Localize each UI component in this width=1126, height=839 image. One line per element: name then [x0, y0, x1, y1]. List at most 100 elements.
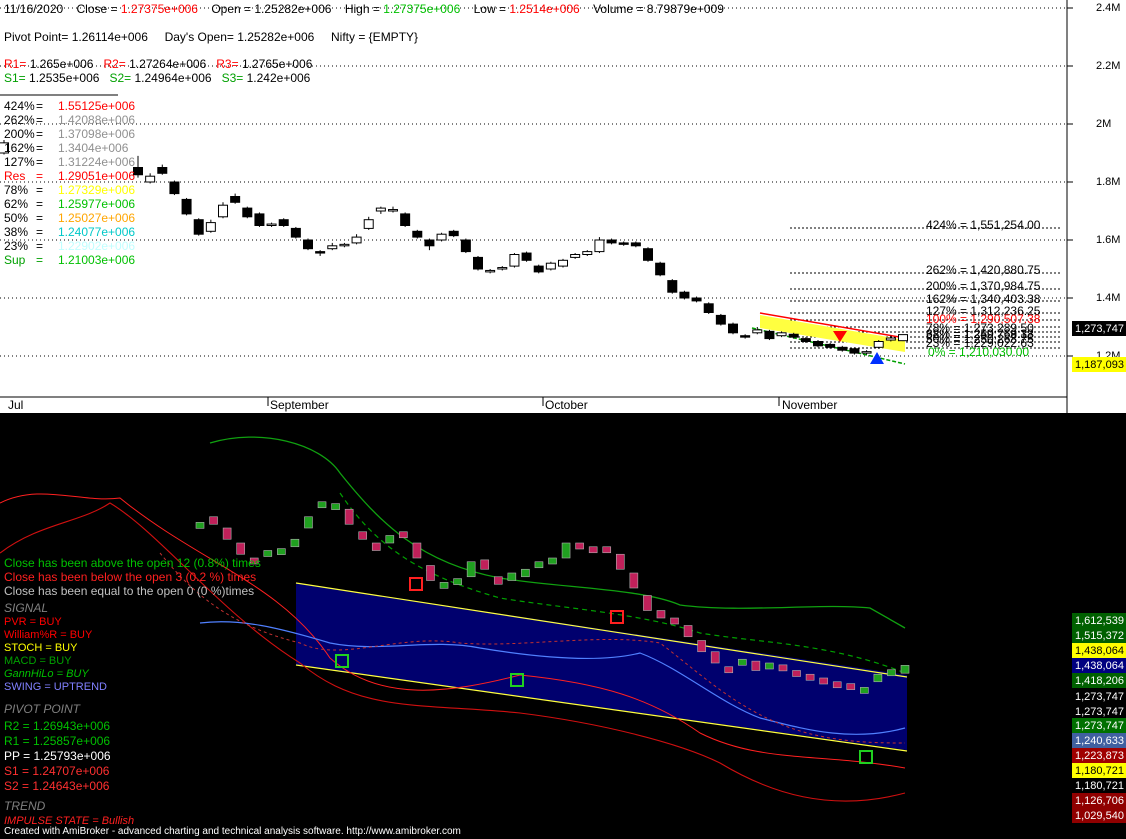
candle-down[interactable]: [655, 262, 666, 276]
indicator-candle-up: [263, 550, 273, 557]
month-label-october: October: [545, 398, 588, 412]
candle-down[interactable]: [278, 219, 289, 226]
candle-up[interactable]: [509, 254, 520, 267]
candle-up[interactable]: [145, 175, 156, 183]
candle-down[interactable]: [290, 227, 301, 238]
candle-down[interactable]: [230, 196, 241, 203]
indicator-panel-svg[interactable]: [0, 413, 1126, 839]
candle-up[interactable]: [752, 329, 763, 334]
month-label-september: September: [270, 398, 329, 412]
candle-up[interactable]: [776, 332, 787, 337]
candle-down[interactable]: [667, 280, 678, 293]
candle-down[interactable]: [691, 297, 702, 302]
trend-title: TREND: [4, 799, 46, 813]
indicator-candle-down: [683, 625, 693, 638]
candle-down[interactable]: [303, 239, 313, 250]
indicator-candle-up: [331, 503, 340, 510]
candle-up[interactable]: [545, 262, 556, 270]
candle-up[interactable]: [339, 243, 350, 247]
candle-down[interactable]: [400, 213, 411, 226]
candle-down[interactable]: [813, 341, 823, 347]
candle-down[interactable]: [764, 330, 775, 340]
high-value: 1.27375e+006: [383, 2, 461, 16]
price-axis-label: 1.6M: [1096, 234, 1121, 246]
pivot-line: Pivot Point= 1.26114e+006 Day's Open= 1.…: [4, 30, 418, 44]
candle-up[interactable]: [436, 233, 447, 241]
days-open-text: Day's Open= 1.25282e+006: [164, 30, 315, 44]
candle-up[interactable]: [388, 209, 398, 212]
candle-up[interactable]: [558, 259, 568, 267]
fib-left-row: 23% = 1.22902e+006: [4, 239, 135, 253]
pivot-point-text: Pivot Point= 1.26114e+006: [4, 30, 148, 44]
indicator-candle-down: [602, 546, 612, 554]
price-chart-panel[interactable]: 11/16/2020 Close = 1.27375e+006 Open = 1…: [0, 0, 1126, 413]
candle-down[interactable]: [533, 265, 544, 273]
indicator-axis-badge: 1,223,873: [1072, 748, 1126, 763]
candle-down[interactable]: [242, 207, 253, 218]
candle-up[interactable]: [327, 245, 338, 250]
candle-down[interactable]: [643, 248, 653, 261]
candle-down[interactable]: [679, 291, 690, 299]
candle-up[interactable]: [363, 219, 374, 229]
close-value: 1.27375e+006: [120, 2, 198, 16]
candle-down[interactable]: [837, 346, 848, 351]
candle-down[interactable]: [521, 252, 532, 261]
candle-down[interactable]: [618, 242, 629, 245]
high-label: High =: [344, 2, 380, 16]
indicator-axis-badge: 1,273,747: [1072, 704, 1126, 719]
candle-down[interactable]: [254, 213, 265, 226]
candle-up[interactable]: [582, 251, 593, 256]
candle-up[interactable]: [351, 236, 362, 244]
close-price-badge: 1,273,747: [1072, 321, 1126, 336]
fib-left-value: 1.3404e+006: [58, 141, 129, 155]
fib-left-eq: =: [36, 141, 44, 155]
candle-up[interactable]: [898, 334, 908, 342]
candle-down[interactable]: [715, 314, 726, 325]
candle-up[interactable]: [497, 267, 508, 270]
candle-up[interactable]: [885, 337, 896, 341]
candle-down[interactable]: [849, 348, 860, 354]
candle-down[interactable]: [193, 219, 204, 235]
candle-down[interactable]: [788, 333, 799, 338]
fib-left-value: 1.29051e+006: [58, 169, 136, 183]
candle-up[interactable]: [594, 239, 605, 253]
fib-left-row: 50% = 1.25027e+006: [4, 211, 135, 225]
indicator-candle-up: [860, 687, 869, 694]
candle-up[interactable]: [485, 269, 496, 273]
candle-up[interactable]: [205, 222, 216, 232]
candle-down[interactable]: [448, 230, 459, 237]
fib-left-label: 62%: [4, 197, 29, 211]
candle-down[interactable]: [728, 323, 738, 334]
fib-left-eq: =: [36, 113, 44, 127]
candle-down[interactable]: [424, 239, 435, 247]
candle-up[interactable]: [861, 351, 872, 354]
candle-down[interactable]: [703, 303, 714, 313]
fib-left-value: 1.55125e+006: [58, 99, 136, 113]
candle-down[interactable]: [460, 239, 471, 253]
candle-down[interactable]: [606, 239, 617, 244]
candle-down[interactable]: [473, 256, 483, 270]
fib-right-label: 262% = 1,420,880.75: [926, 263, 1041, 277]
candle-down[interactable]: [181, 198, 192, 215]
candle-up[interactable]: [218, 204, 228, 218]
indicator-candle-down: [222, 527, 232, 540]
fib-left-value: 1.42088e+006: [58, 113, 136, 127]
candle-down[interactable]: [800, 338, 811, 343]
candle-down[interactable]: [315, 251, 326, 254]
candle-up[interactable]: [375, 207, 386, 212]
candle-down[interactable]: [630, 242, 641, 247]
candle-down[interactable]: [412, 230, 423, 238]
candle-up[interactable]: [570, 254, 581, 258]
quote-header: 11/16/2020 Close = 1.27375e+006 Open = 1…: [4, 2, 724, 16]
stat-equal: Close has been equal to the open 0 (0 %)…: [4, 584, 255, 598]
candle-up[interactable]: [873, 341, 884, 348]
fib-left-label: 200%: [4, 127, 35, 141]
candle-up[interactable]: [266, 223, 277, 227]
signal-item: William%R = BUY: [4, 629, 93, 641]
candle-down[interactable]: [825, 343, 836, 348]
indicator-candle-up: [195, 522, 205, 529]
candle-down[interactable]: [157, 167, 168, 174]
candle-down[interactable]: [169, 181, 180, 195]
indicator-axis-badge: 1,612,539: [1072, 613, 1126, 628]
candle-down[interactable]: [740, 335, 751, 338]
